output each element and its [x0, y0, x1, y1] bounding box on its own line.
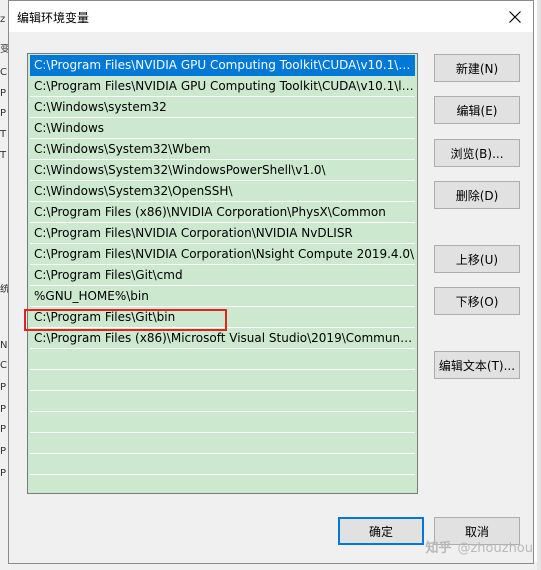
empty-row — [30, 412, 415, 433]
empty-row — [30, 391, 415, 412]
move-up-button[interactable]: 上移(U) — [434, 245, 520, 273]
path-item[interactable]: C:\Windows\System32\Wbem — [30, 139, 415, 160]
close-icon — [509, 10, 521, 23]
empty-row — [30, 370, 415, 391]
delete-button[interactable]: 删除(D) — [434, 181, 520, 209]
path-item[interactable]: C:\Windows\System32\WindowsPowerShell\v1… — [30, 160, 415, 181]
background-window-edge — [537, 0, 541, 570]
new-button[interactable]: 新建(N) — [434, 54, 520, 82]
empty-row — [30, 475, 415, 493]
path-item[interactable]: C:\Program Files\NVIDIA Corporation\NVID… — [30, 223, 415, 244]
close-button[interactable] — [497, 1, 533, 32]
path-item[interactable]: C:\Program Files\NVIDIA GPU Computing To… — [30, 55, 415, 76]
path-item[interactable]: C:\Windows\system32 — [30, 97, 415, 118]
move-down-button[interactable]: 下移(O) — [434, 287, 520, 315]
path-item[interactable]: C:\Program Files\Git\cmd — [30, 265, 415, 286]
title-bar[interactable]: 编辑环境变量 — [9, 1, 533, 32]
path-item[interactable]: %GNU_HOME%\bin — [30, 286, 415, 307]
path-item[interactable]: C:\Program Files\NVIDIA GPU Computing To… — [30, 76, 415, 97]
path-list[interactable]: C:\Program Files\NVIDIA GPU Computing To… — [27, 53, 418, 494]
cancel-button[interactable]: 取消 — [434, 517, 520, 545]
path-item[interactable]: C:\Windows — [30, 118, 415, 139]
edit-text-button[interactable]: 编辑文本(T)... — [434, 351, 520, 379]
empty-row — [30, 433, 415, 454]
empty-row — [30, 454, 415, 475]
path-item[interactable]: C:\Program Files\Git\bin — [30, 307, 415, 328]
edit-button[interactable]: 编辑(E) — [434, 96, 520, 124]
dialog-title: 编辑环境变量 — [17, 11, 90, 25]
path-item[interactable]: C:\Program Files (x86)\NVIDIA Corporatio… — [30, 202, 415, 223]
ok-button[interactable]: 确定 — [338, 517, 424, 545]
edit-environment-variable-dialog: 编辑环境变量 C:\Program Files\NVIDIA GPU Compu… — [8, 0, 534, 564]
path-item[interactable]: C:\Program Files\NVIDIA Corporation\Nsig… — [30, 244, 415, 265]
dialog-body: C:\Program Files\NVIDIA GPU Computing To… — [9, 32, 533, 563]
path-item[interactable]: C:\Program Files (x86)\Microsoft Visual … — [30, 328, 415, 349]
empty-row — [30, 349, 415, 370]
browse-button[interactable]: 浏览(B)... — [434, 139, 520, 167]
path-item[interactable]: C:\Windows\System32\OpenSSH\ — [30, 181, 415, 202]
